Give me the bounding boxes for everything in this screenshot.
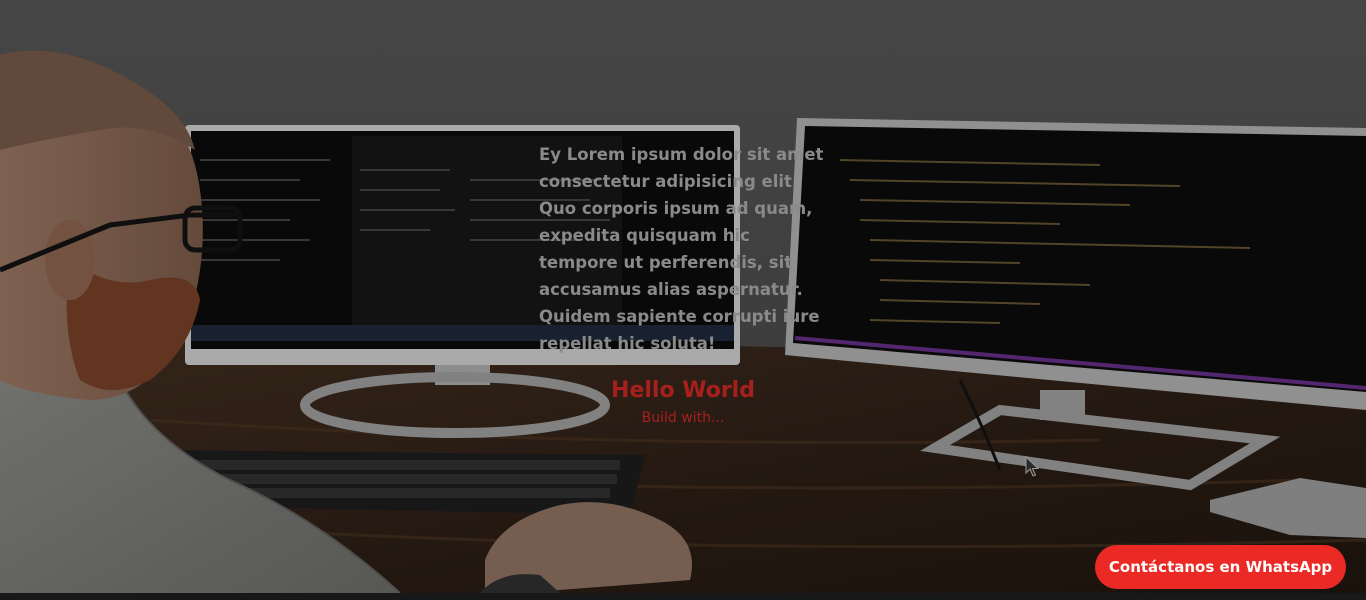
- hero-title: Hello World: [611, 378, 755, 403]
- bottom-edge: [0, 593, 1366, 600]
- hero-paragraph: Ey Lorem ipsum dolor sit amet consectetu…: [539, 145, 824, 353]
- mouse-pointer-icon: [1025, 455, 1040, 482]
- hero-section: Ey Lorem ipsum dolor sit amet consectetu…: [0, 0, 1366, 593]
- hero-subtitle: Build with...: [641, 410, 725, 426]
- whatsapp-contact-button[interactable]: Contáctanos en WhatsApp: [1095, 545, 1346, 589]
